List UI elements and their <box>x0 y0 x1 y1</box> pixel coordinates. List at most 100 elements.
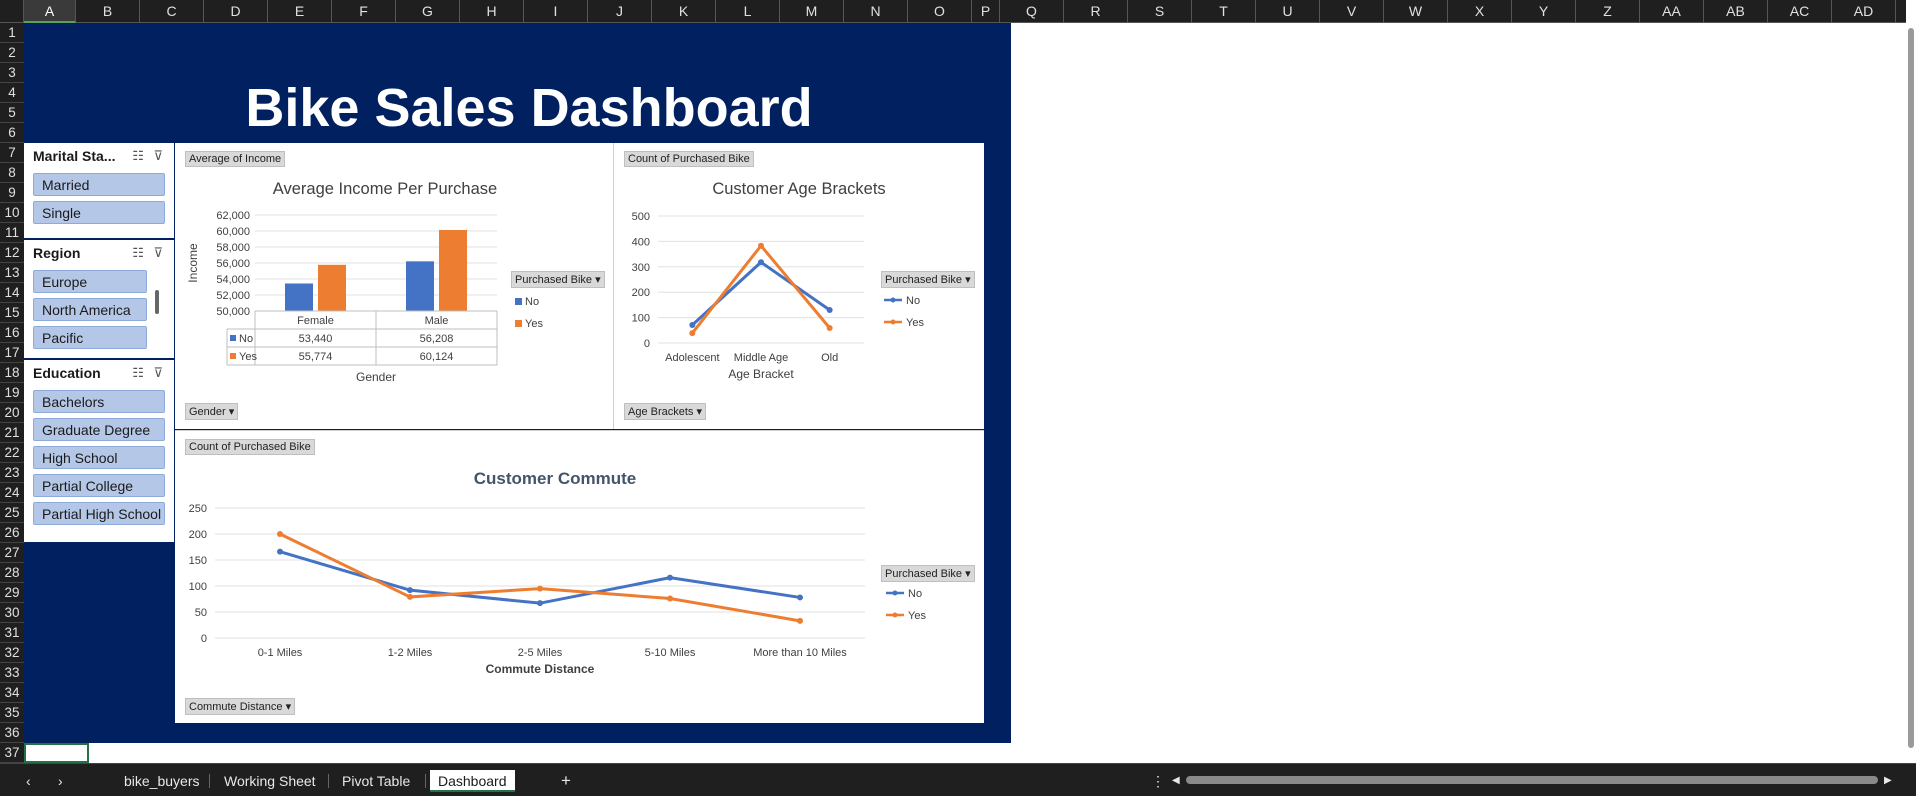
tab-working-sheet[interactable]: Working Sheet <box>224 770 316 792</box>
row-header[interactable]: 22 <box>0 443 24 463</box>
row-header[interactable]: 24 <box>0 483 24 503</box>
scroll-right-icon[interactable]: ▶ <box>1884 770 1892 792</box>
slicer-item-pacific[interactable]: Pacific <box>33 326 147 349</box>
commute-chart[interactable]: Count of Purchased Bike Customer Commute… <box>175 430 984 723</box>
row-header[interactable]: 6 <box>0 123 24 143</box>
legend-field-button[interactable]: Purchased Bike ▾ <box>881 271 975 288</box>
row-header[interactable]: 29 <box>0 583 24 603</box>
legend-field-button[interactable]: Purchased Bike ▾ <box>881 565 975 582</box>
add-sheet-icon[interactable]: + <box>561 770 571 792</box>
row-header[interactable]: 4 <box>0 83 24 103</box>
column-header[interactable]: H <box>460 0 524 23</box>
row-header[interactable]: 2 <box>0 43 24 63</box>
row-header[interactable]: 10 <box>0 203 24 223</box>
slicer-tools[interactable]: ☷ ⊽ <box>132 148 166 164</box>
slicer-item-high-school[interactable]: High School <box>33 446 165 469</box>
column-header[interactable]: AB <box>1704 0 1768 23</box>
row-header[interactable]: 5 <box>0 103 24 123</box>
column-header[interactable]: F <box>332 0 396 23</box>
row-header[interactable]: 12 <box>0 243 24 263</box>
column-header[interactable]: P <box>972 0 1000 23</box>
column-header[interactable]: A <box>24 0 76 23</box>
slicer-item-north-america[interactable]: North America <box>33 298 147 321</box>
legend-field-button[interactable]: Purchased Bike ▾ <box>511 271 605 288</box>
slicer-tools[interactable]: ☷ ⊽ <box>132 365 166 381</box>
more-options-icon[interactable]: ⋮ <box>1151 770 1165 792</box>
column-header[interactable]: W <box>1384 0 1448 23</box>
column-header[interactable]: R <box>1064 0 1128 23</box>
tab-bike-buyers[interactable]: bike_buyers <box>124 770 200 792</box>
column-header[interactable]: M <box>780 0 844 23</box>
row-header[interactable]: 20 <box>0 403 24 423</box>
slicer-item-married[interactable]: Married <box>33 173 165 196</box>
column-header[interactable]: Q <box>1000 0 1064 23</box>
row-header[interactable]: 31 <box>0 623 24 643</box>
slicer-item-bachelors[interactable]: Bachelors <box>33 390 165 413</box>
row-header[interactable]: 26 <box>0 523 24 543</box>
row-header[interactable]: 15 <box>0 303 24 323</box>
column-header[interactable]: I <box>524 0 588 23</box>
column-header[interactable]: J <box>588 0 652 23</box>
row-header[interactable]: 33 <box>0 663 24 683</box>
row-header[interactable]: 3 <box>0 63 24 83</box>
row-header[interactable]: 17 <box>0 343 24 363</box>
education-slicer[interactable]: Education ☷ ⊽ Bachelors Graduate Degree … <box>24 360 174 542</box>
row-header[interactable]: 1 <box>0 23 24 43</box>
prev-sheet-icon[interactable]: ‹ <box>26 770 31 792</box>
tab-pivot-table[interactable]: Pivot Table <box>342 770 410 792</box>
slicer-item-partial-college[interactable]: Partial College <box>33 474 165 497</box>
column-header[interactable]: U <box>1256 0 1320 23</box>
select-all-corner[interactable] <box>0 0 24 23</box>
column-header[interactable]: N <box>844 0 908 23</box>
slicer-item-europe[interactable]: Europe <box>33 270 147 293</box>
row-header[interactable]: 18 <box>0 363 24 383</box>
row-header[interactable]: 36 <box>0 723 24 743</box>
row-header[interactable]: 32 <box>0 643 24 663</box>
column-header[interactable]: T <box>1192 0 1256 23</box>
axis-field-button[interactable]: Age Brackets ▾ <box>624 403 707 420</box>
column-header[interactable]: V <box>1320 0 1384 23</box>
slicer-tools[interactable]: ☷ ⊽ <box>132 245 166 261</box>
row-header[interactable]: 23 <box>0 463 24 483</box>
vertical-scrollbar[interactable] <box>1906 23 1916 763</box>
row-header[interactable]: 30 <box>0 603 24 623</box>
slicer-scrollbar[interactable] <box>155 290 159 314</box>
row-header[interactable]: 21 <box>0 423 24 443</box>
slicer-item-graduate-degree[interactable]: Graduate Degree <box>33 418 165 441</box>
scroll-left-icon[interactable]: ◀ <box>1172 770 1180 792</box>
row-header[interactable]: 16 <box>0 323 24 343</box>
row-header[interactable]: 25 <box>0 503 24 523</box>
axis-field-button[interactable]: Commute Distance ▾ <box>185 698 296 715</box>
column-header[interactable]: X <box>1448 0 1512 23</box>
column-header[interactable]: Z <box>1576 0 1640 23</box>
column-header[interactable]: S <box>1128 0 1192 23</box>
row-header[interactable]: 13 <box>0 263 24 283</box>
age-chart[interactable]: Count of Purchased Bike Customer Age Bra… <box>614 143 984 429</box>
column-header[interactable]: O <box>908 0 972 23</box>
column-header[interactable]: D <box>204 0 268 23</box>
column-header[interactable]: C <box>140 0 204 23</box>
column-header[interactable]: K <box>652 0 716 23</box>
tab-dashboard[interactable]: Dashboard <box>430 770 515 792</box>
slicer-item-partial-high-school[interactable]: Partial High School <box>33 502 165 525</box>
row-header[interactable]: 11 <box>0 223 24 243</box>
column-header[interactable]: B <box>76 0 140 23</box>
row-header[interactable]: 9 <box>0 183 24 203</box>
row-header[interactable]: 19 <box>0 383 24 403</box>
column-header[interactable]: L <box>716 0 780 23</box>
column-header[interactable]: Y <box>1512 0 1576 23</box>
axis-field-button[interactable]: Gender ▾ <box>185 403 239 420</box>
row-header[interactable]: 7 <box>0 143 24 163</box>
income-chart[interactable]: Average of Income Average Income Per Pur… <box>175 143 614 429</box>
row-header[interactable]: 34 <box>0 683 24 703</box>
row-header[interactable]: 35 <box>0 703 24 723</box>
row-header[interactable]: 8 <box>0 163 24 183</box>
column-header[interactable]: AC <box>1768 0 1832 23</box>
active-cell[interactable] <box>24 743 89 763</box>
row-header[interactable]: 14 <box>0 283 24 303</box>
row-header[interactable]: 27 <box>0 543 24 563</box>
marital-status-slicer[interactable]: Marital Sta... ☷ ⊽ Married Single <box>24 143 174 238</box>
column-header[interactable]: AD <box>1832 0 1896 23</box>
region-slicer[interactable]: Region ☷ ⊽ Europe North America Pacific <box>24 240 174 358</box>
horizontal-scrollbar[interactable] <box>1186 776 1878 784</box>
